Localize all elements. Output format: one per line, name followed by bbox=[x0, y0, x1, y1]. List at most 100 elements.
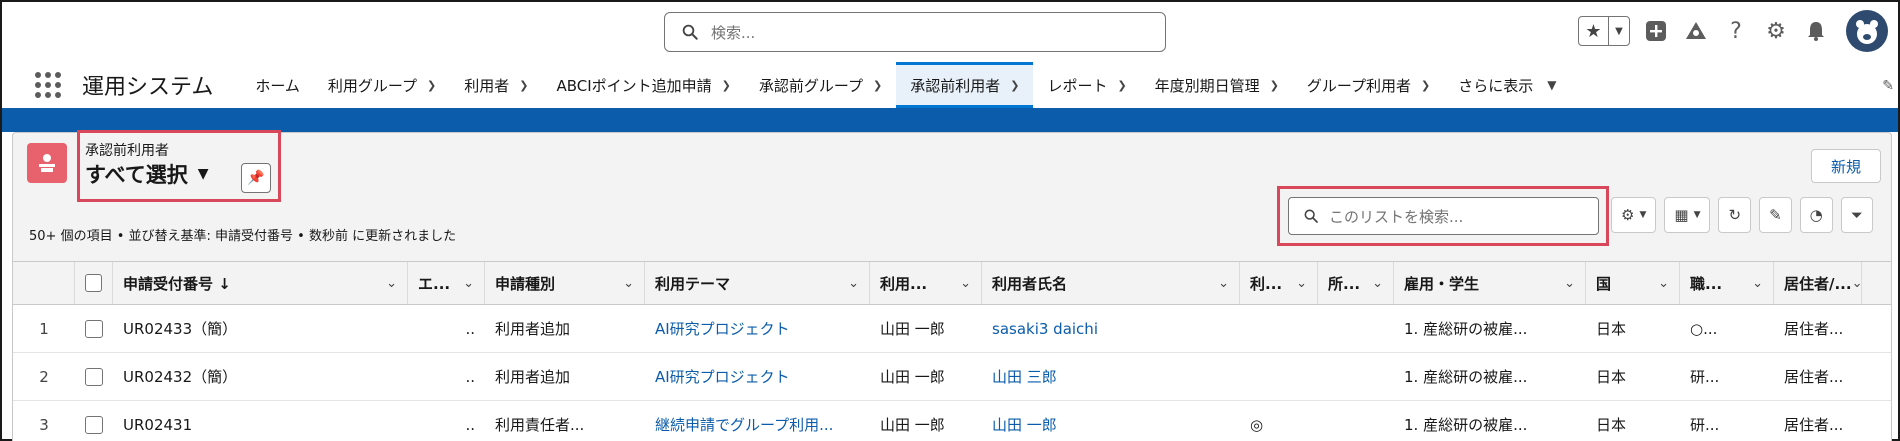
cell: ○... bbox=[1690, 319, 1718, 338]
cell-request-number: UR02431 bbox=[123, 415, 193, 434]
cell-user-name-link[interactable]: 山田 一郎 bbox=[982, 401, 1240, 441]
cell-request-type: 利用者追加 bbox=[495, 368, 571, 386]
row-checkbox[interactable] bbox=[85, 415, 103, 434]
chevron-down-icon[interactable]: ⌄ bbox=[1752, 276, 1763, 291]
favorites-group[interactable]: ★ ▼ bbox=[1578, 16, 1630, 46]
chevron-down-icon[interactable]: ⌄ bbox=[960, 276, 971, 291]
filter-icon: ⏷ bbox=[1850, 206, 1863, 224]
star-icon[interactable]: ★ bbox=[1579, 17, 1609, 45]
nav-item-group-users[interactable]: グループ利用者 ❯ bbox=[1293, 62, 1444, 108]
nav-item-users[interactable]: 利用者 ❯ bbox=[450, 62, 542, 108]
column-header[interactable]: 申請受付番号 ↓ ⌄ bbox=[113, 262, 408, 304]
help-icon[interactable]: ? bbox=[1722, 17, 1750, 45]
filter-button[interactable]: ⏷ bbox=[1840, 197, 1873, 233]
column-header[interactable]: 利... ⌄ bbox=[1240, 262, 1318, 304]
chevron-down-icon[interactable]: ❯ bbox=[1117, 79, 1126, 92]
table-row: 1 UR02433（簡） .. 利用者追加 AI研究プロジェクト 山田 一郎 s… bbox=[13, 305, 1891, 353]
cell-user-name-link[interactable]: sasaki3 daichi bbox=[982, 305, 1240, 352]
cell-request-type: 利用責任者... bbox=[495, 416, 585, 434]
column-header-label: 国 bbox=[1596, 274, 1612, 293]
list-settings-button[interactable]: ⚙ ▼ bbox=[1611, 197, 1657, 233]
column-header-label: 利... bbox=[1250, 274, 1283, 293]
chevron-down-icon[interactable]: ⌄ bbox=[386, 276, 397, 291]
select-all-checkbox[interactable] bbox=[85, 274, 102, 292]
app-launcher-icon[interactable] bbox=[20, 62, 76, 108]
pencil-icon[interactable]: ✎ bbox=[1882, 78, 1894, 94]
column-header[interactable]: 職... ⌄ bbox=[1680, 262, 1774, 304]
new-button[interactable]: 新規 bbox=[1811, 149, 1881, 183]
chevron-down-icon[interactable]: ▼ bbox=[1609, 17, 1629, 45]
nav-item-pending-users[interactable]: 承認前利用者 ❯ bbox=[896, 62, 1034, 108]
trailhead-icon[interactable] bbox=[1682, 17, 1710, 45]
cell: 日本 bbox=[1596, 416, 1627, 434]
nav-item-label: 利用者 bbox=[464, 76, 510, 95]
pin-icon[interactable]: 📌 bbox=[241, 163, 271, 193]
column-header[interactable]: 国 ⌄ bbox=[1586, 262, 1680, 304]
list-search-input[interactable]: このリストを検索... bbox=[1288, 197, 1599, 235]
plus-icon[interactable] bbox=[1642, 17, 1670, 45]
nav-item-home[interactable]: ホーム bbox=[241, 62, 314, 108]
chevron-down-icon[interactable]: ❯ bbox=[873, 79, 882, 92]
row-checkbox[interactable] bbox=[85, 367, 103, 386]
nav-item-label: グループ利用者 bbox=[1306, 76, 1412, 95]
cell-theme-link[interactable]: AI研究プロジェクト bbox=[645, 353, 870, 400]
column-header[interactable]: 雇用・学生 ⌄ bbox=[1394, 262, 1586, 304]
table-header-row: 申請受付番号 ↓ ⌄ エ... ⌄ 申請種別 ⌄ 利用テーマ ⌄ 利用... ⌄ 利用者氏… bbox=[13, 261, 1891, 305]
cell-theme-link[interactable]: AI研究プロジェクト bbox=[645, 305, 870, 352]
caret-down-icon[interactable]: ▼ bbox=[198, 166, 209, 182]
column-header[interactable]: 居住者/... ⌄ bbox=[1774, 262, 1862, 304]
column-header[interactable]: エ... ⌄ bbox=[408, 262, 485, 304]
chevron-down-icon[interactable]: ⌄ bbox=[1296, 276, 1307, 291]
chevron-down-icon[interactable]: ⌄ bbox=[463, 276, 474, 291]
list-view-selector[interactable]: すべて選択 ▼ bbox=[85, 159, 208, 189]
gear-icon[interactable]: ⚙ bbox=[1762, 17, 1790, 45]
chevron-down-icon[interactable]: ❯ bbox=[1010, 79, 1019, 92]
bell-icon[interactable] bbox=[1802, 17, 1830, 45]
chevron-down-icon[interactable]: ❯ bbox=[1270, 79, 1279, 92]
column-header[interactable]: 利用... ⌄ bbox=[870, 262, 982, 304]
nav-item-annual-deadlines[interactable]: 年度別期日管理 ❯ bbox=[1141, 62, 1293, 108]
header-band bbox=[2, 112, 1898, 132]
chevron-down-icon[interactable]: ❯ bbox=[519, 79, 528, 92]
column-header[interactable]: 利用テーマ ⌄ bbox=[645, 262, 870, 304]
nav-item-reports[interactable]: レポート ❯ bbox=[1033, 62, 1140, 108]
nav-item-usage-groups[interactable]: 利用グループ ❯ bbox=[314, 62, 450, 108]
cell-theme-link[interactable]: 継続申請でグループ利用... bbox=[645, 401, 870, 441]
chevron-down-icon[interactable]: ❯ bbox=[427, 79, 436, 92]
chevron-down-icon[interactable]: ❯ bbox=[722, 79, 731, 92]
list-view-card: 承認前利用者 すべて選択 ▼ 📌 50+ 個の項目 • 並び替え基準: 申請受付… bbox=[12, 130, 1892, 441]
cell-user-name-link[interactable]: 山田 三郎 bbox=[982, 353, 1240, 400]
column-header-label: 雇用・学生 bbox=[1404, 274, 1480, 293]
nav-more-menu[interactable]: さらに表示 ▼ bbox=[1444, 62, 1570, 108]
nav-item-point-requests[interactable]: ABCIポイント追加申請 ❯ bbox=[542, 62, 744, 108]
list-meta-info: 50+ 個の項目 • 並び替え基準: 申請受付番号 • 数秒前 に更新されました bbox=[29, 229, 457, 244]
app-navigation: 運用システム ホーム 利用グループ ❯ 利用者 ❯ ABCIポイント追加申請 ❯ 承認… bbox=[2, 62, 1898, 112]
refresh-button[interactable]: ↻ bbox=[1718, 197, 1752, 233]
display-as-button[interactable]: ▦ ▼ bbox=[1664, 197, 1711, 233]
charts-button[interactable]: ◔ bbox=[1799, 197, 1833, 233]
column-header[interactable]: 利用者氏名 ⌄ bbox=[982, 262, 1240, 304]
chevron-down-icon[interactable]: ❯ bbox=[1421, 79, 1430, 92]
column-header[interactable]: 所... ⌄ bbox=[1318, 262, 1394, 304]
chevron-down-icon[interactable]: ⌄ bbox=[848, 276, 859, 291]
nav-item-label: ホーム bbox=[255, 76, 300, 95]
avatar[interactable] bbox=[1846, 10, 1888, 52]
chevron-down-icon[interactable]: ⌄ bbox=[623, 276, 634, 291]
chevron-down-icon[interactable]: ⌄ bbox=[1372, 276, 1383, 291]
cell bbox=[1318, 305, 1394, 352]
nav-more-label: さらに表示 bbox=[1458, 76, 1534, 95]
chevron-down-icon[interactable]: ⌄ bbox=[1564, 276, 1575, 291]
column-header[interactable]: 申請種別 ⌄ bbox=[485, 262, 645, 304]
chevron-down-icon[interactable]: ⌄ bbox=[1852, 276, 1861, 291]
chevron-down-icon[interactable]: ⌄ bbox=[1658, 276, 1669, 291]
cell: ◎ bbox=[1250, 415, 1264, 434]
inline-edit-button[interactable]: ✎ bbox=[1759, 197, 1792, 233]
column-header-label: 利用テーマ bbox=[655, 274, 731, 293]
global-search-input[interactable]: 検索... bbox=[664, 12, 1166, 52]
cell: 居住者... bbox=[1784, 368, 1844, 386]
row-checkbox[interactable] bbox=[85, 319, 103, 338]
nav-item-label: 年度別期日管理 bbox=[1154, 76, 1260, 95]
chevron-down-icon[interactable]: ⌄ bbox=[1218, 276, 1229, 291]
nav-item-label: レポート bbox=[1047, 76, 1108, 95]
nav-item-pending-groups[interactable]: 承認前グループ ❯ bbox=[745, 62, 896, 108]
